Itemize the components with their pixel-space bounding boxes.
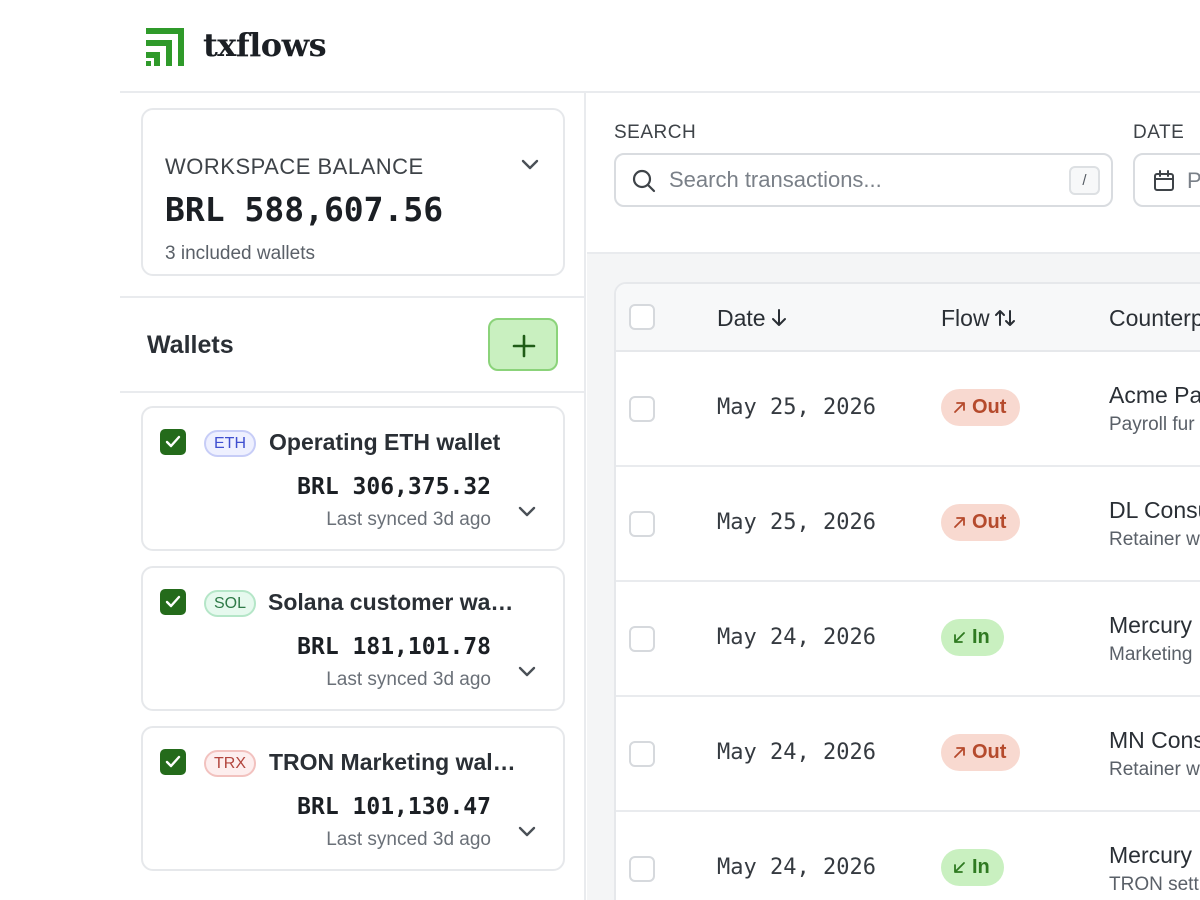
calendar-icon bbox=[1154, 170, 1174, 191]
row-date: May 25, 2026 bbox=[717, 510, 876, 535]
chain-badge: TRX bbox=[204, 750, 256, 777]
divider bbox=[120, 296, 586, 298]
wallet-card[interactable]: TRX TRON Marketing wal… BRL 101,130.47 L… bbox=[141, 726, 565, 871]
wallet-amount: BRL 101,130.47 bbox=[297, 794, 491, 820]
add-wallet-button[interactable] bbox=[488, 318, 558, 371]
wallet-name: TRON Marketing wal… bbox=[269, 749, 516, 775]
search-icon bbox=[632, 169, 656, 193]
select-all-checkbox[interactable] bbox=[629, 304, 655, 330]
flow-badge: In bbox=[941, 619, 1004, 656]
search-field[interactable]: / bbox=[614, 153, 1113, 207]
arrow-down-left-icon bbox=[954, 632, 965, 643]
table-header: Date Flow Counterp bbox=[616, 284, 1200, 352]
counterparty-note: Retainer w bbox=[1109, 759, 1200, 780]
wallet-sync-status: Last synced 3d ago bbox=[326, 829, 491, 850]
wallet-name: Solana customer wa… bbox=[268, 589, 514, 615]
counterparty-note: Payroll fur bbox=[1109, 414, 1195, 435]
table-row[interactable]: May 25, 2026 Out Acme Pa Payroll fur bbox=[616, 352, 1200, 467]
row-checkbox[interactable] bbox=[629, 511, 655, 537]
balance-label: WORKSPACE BALANCE bbox=[165, 154, 424, 179]
wallet-sync-status: Last synced 3d ago bbox=[326, 669, 491, 690]
wallet-amount: BRL 181,101.78 bbox=[297, 634, 491, 660]
chain-badge: ETH bbox=[204, 430, 256, 457]
chevron-down-icon[interactable] bbox=[517, 666, 537, 678]
arrow-up-right-icon bbox=[954, 402, 965, 413]
counterparty-name: MN Cons bbox=[1109, 727, 1200, 753]
counterparty-name: Acme Pa bbox=[1109, 382, 1200, 408]
counterparty-name: DL Consu bbox=[1109, 497, 1200, 523]
arrow-down-left-icon bbox=[954, 862, 965, 873]
wallet-sync-status: Last synced 3d ago bbox=[326, 509, 491, 530]
row-date: May 25, 2026 bbox=[717, 395, 876, 420]
row-checkbox[interactable] bbox=[629, 856, 655, 882]
chevron-down-icon[interactable] bbox=[517, 826, 537, 838]
row-date: May 24, 2026 bbox=[717, 855, 876, 880]
counterparty-note: TRON sett bbox=[1109, 874, 1199, 895]
check-icon bbox=[165, 755, 181, 768]
column-header-date[interactable]: Date bbox=[717, 305, 788, 332]
row-checkbox[interactable] bbox=[629, 396, 655, 422]
wallet-amount: BRL 306,375.32 bbox=[297, 474, 491, 500]
check-icon bbox=[165, 435, 181, 448]
chain-badge: SOL bbox=[204, 590, 257, 617]
counterparty-note: Retainer w bbox=[1109, 529, 1200, 550]
table-row[interactable]: May 24, 2026 Out MN Cons Retainer w bbox=[616, 697, 1200, 812]
counterparty-name: Mercury bbox=[1109, 842, 1193, 868]
arrow-up-right-icon bbox=[954, 517, 965, 528]
chevron-down-icon[interactable] bbox=[517, 506, 537, 518]
transactions-table: Date Flow Counterp May 25, 2026 Out Acme… bbox=[614, 282, 1200, 900]
table-row[interactable]: May 24, 2026 In Mercury TRON sett bbox=[616, 812, 1200, 900]
sort-icon bbox=[994, 310, 1015, 326]
wallets-title: Wallets bbox=[147, 331, 234, 359]
wallet-checkbox[interactable] bbox=[160, 589, 186, 615]
shortcut-key-hint: / bbox=[1069, 166, 1100, 195]
flow-badge: Out bbox=[941, 504, 1021, 541]
chevron-down-icon[interactable] bbox=[519, 158, 541, 172]
app-header: txflows bbox=[120, 0, 1200, 93]
date-picker-value: P bbox=[1187, 168, 1200, 194]
filter-bar: SEARCH / DATE P bbox=[587, 93, 1200, 254]
table-row[interactable]: May 24, 2026 In Mercury Marketing bbox=[616, 582, 1200, 697]
arrow-down-icon bbox=[771, 309, 786, 326]
balance-value: BRL 588,607.56 bbox=[165, 190, 444, 229]
flow-badge: Out bbox=[941, 389, 1021, 426]
plus-icon bbox=[512, 334, 536, 358]
balance-subtitle: 3 included wallets bbox=[165, 243, 315, 264]
wallet-card[interactable]: ETH Operating ETH wallet BRL 306,375.32 … bbox=[141, 406, 565, 551]
counterparty-name: Mercury bbox=[1109, 612, 1193, 638]
date-picker[interactable]: P bbox=[1133, 153, 1200, 207]
row-checkbox[interactable] bbox=[629, 626, 655, 652]
counterparty-note: Marketing bbox=[1109, 644, 1193, 665]
date-label: DATE bbox=[1133, 122, 1185, 143]
row-date: May 24, 2026 bbox=[717, 625, 876, 650]
search-input[interactable] bbox=[669, 165, 1049, 195]
wallet-card[interactable]: SOL Solana customer wa… BRL 181,101.78 L… bbox=[141, 566, 565, 711]
app-name[interactable]: txflows bbox=[203, 26, 327, 64]
row-checkbox[interactable] bbox=[629, 741, 655, 767]
flow-badge: In bbox=[941, 849, 1004, 886]
workspace-balance-card[interactable]: WORKSPACE BALANCE BRL 588,607.56 3 inclu… bbox=[141, 108, 565, 276]
main-content: SEARCH / DATE P Date Flow Counterp May 2… bbox=[587, 93, 1200, 900]
column-header-counterparty[interactable]: Counterp bbox=[1109, 305, 1200, 332]
wallet-checkbox[interactable] bbox=[160, 429, 186, 455]
arrow-up-right-icon bbox=[954, 747, 965, 758]
row-date: May 24, 2026 bbox=[717, 740, 876, 765]
search-label: SEARCH bbox=[614, 122, 697, 143]
logo-icon bbox=[146, 28, 184, 66]
divider bbox=[120, 391, 586, 393]
check-icon bbox=[165, 595, 181, 608]
wallet-name: Operating ETH wallet bbox=[269, 429, 501, 455]
wallet-checkbox[interactable] bbox=[160, 749, 186, 775]
sidebar: WORKSPACE BALANCE BRL 588,607.56 3 inclu… bbox=[120, 93, 586, 900]
flow-badge: Out bbox=[941, 734, 1021, 771]
column-header-flow[interactable]: Flow bbox=[941, 305, 1016, 332]
table-row[interactable]: May 25, 2026 Out DL Consu Retainer w bbox=[616, 467, 1200, 582]
